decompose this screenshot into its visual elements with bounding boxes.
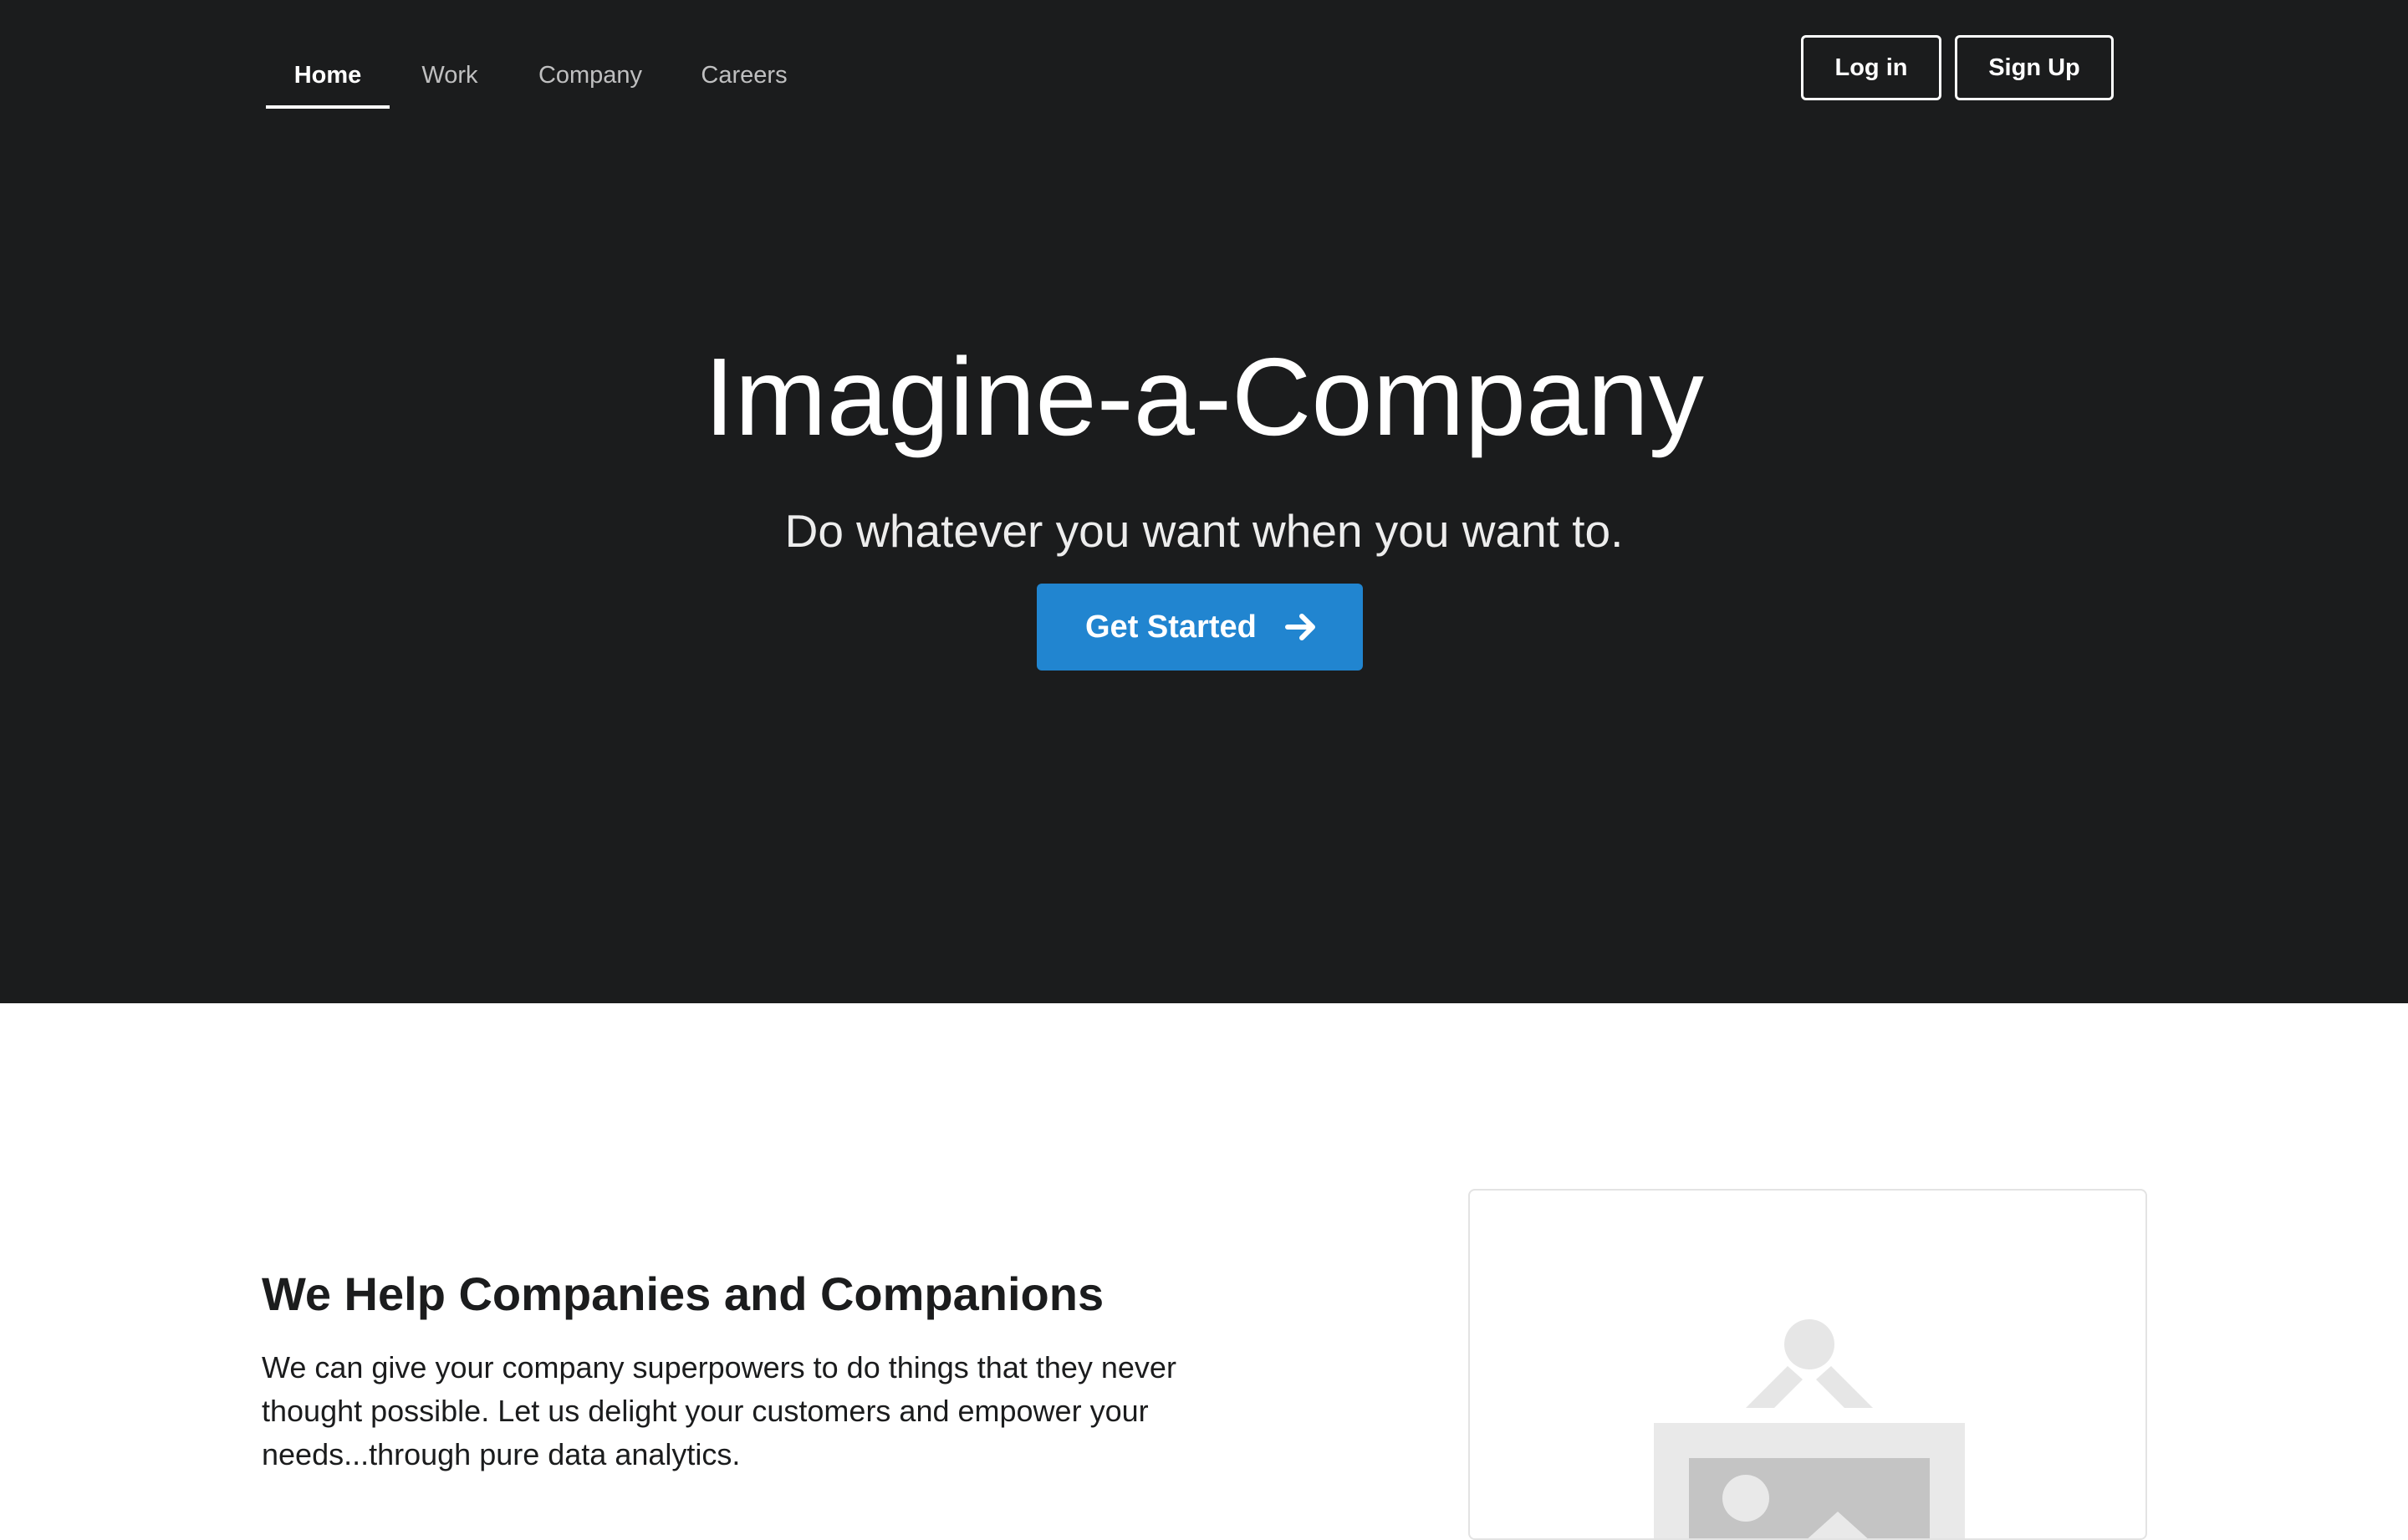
- masthead: Home Work Company Careers Log in Sign Up…: [0, 0, 2408, 1003]
- login-button[interactable]: Log in: [1801, 35, 1941, 100]
- section-body-text: We can give your company superpowers to …: [262, 1350, 1176, 1471]
- hero-title: Imagine-a-Company: [704, 335, 1704, 458]
- hero-subtitle: Do whatever you want when you want to.: [784, 505, 1624, 557]
- get-started-button[interactable]: Get Started: [1037, 584, 1363, 671]
- nav-item-home[interactable]: Home: [266, 59, 390, 109]
- nav-item-company[interactable]: Company: [525, 59, 656, 109]
- image-placeholder-icon: [1654, 1319, 1965, 1538]
- get-started-label: Get Started: [1085, 609, 1257, 645]
- nav-item-careers[interactable]: Careers: [684, 59, 804, 109]
- nav-item-work[interactable]: Work: [403, 59, 497, 109]
- section-heading: We Help Companies and Companions: [262, 1267, 1105, 1320]
- image-card: [1468, 1189, 2147, 1540]
- arrow-right-icon: [1285, 614, 1315, 640]
- top-navigation: Home Work Company Careers Log in Sign Up: [0, 0, 2408, 112]
- signup-button[interactable]: Sign Up: [1955, 35, 2114, 100]
